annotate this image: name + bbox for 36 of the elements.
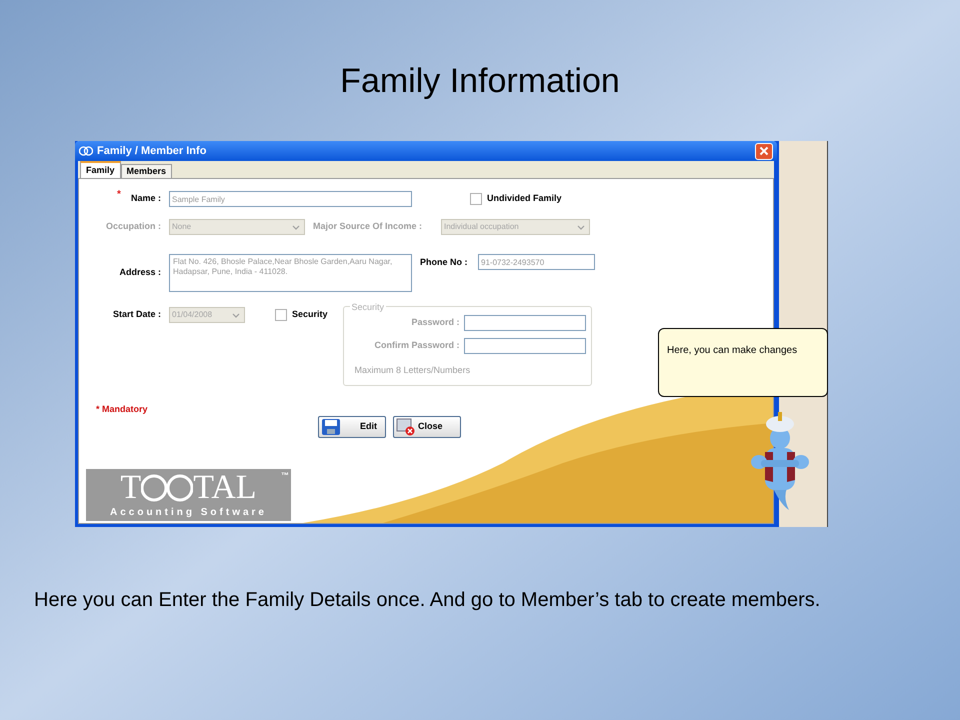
checkbox-label: Undivided Family — [487, 192, 562, 206]
close-icon — [759, 146, 769, 156]
app-logo-icon — [79, 145, 93, 157]
coin-symbols-icon — [141, 472, 194, 502]
phone-input[interactable]: 91-0732-2493570 — [478, 254, 595, 270]
window-title: Family / Member Info — [97, 144, 208, 159]
hint-text: Maximum 8 Letters/Numbers — [354, 364, 472, 377]
edit-button[interactable]: Edit — [318, 416, 386, 438]
window-close-icon — [396, 418, 416, 436]
checkbox[interactable] — [275, 309, 287, 321]
group-legend: Security — [350, 301, 386, 314]
name-input[interactable]: Sample Family — [169, 191, 412, 207]
logo-tagline: Accounting Software — [110, 506, 267, 520]
field-label: Password : — [412, 316, 460, 330]
field-label: Phone No : — [420, 256, 468, 269]
tab[interactable]: Members — [120, 164, 172, 178]
slide-caption: Here you can Enter the Family Details once. And go to Member’s tab to create members. — [34, 588, 822, 612]
address-textarea[interactable]: Flat No. 426, Bhosle Palace,Near Bhosle Garden,Aaru Nagar, Hadapsar, Pune, India - 411028. — [169, 254, 412, 292]
checkbox[interactable] — [470, 193, 482, 205]
balloon-text: Here, you can make changes — [667, 345, 798, 356]
close-form-button[interactable]: Close — [393, 416, 461, 438]
field-label: Name : — [130, 193, 161, 204]
field-label: Confirm Password : — [374, 339, 460, 352]
field-label: Major Source Of Income : — [313, 220, 424, 234]
field-label: Start Date : — [112, 308, 161, 322]
logo-text: T — [120, 470, 142, 504]
trademark-sign: ™ — [281, 470, 289, 482]
required-mark: * — [117, 188, 121, 202]
slide-title: Family Information — [339, 61, 621, 102]
close-button[interactable] — [755, 142, 773, 160]
field-label: Occupation : — [104, 220, 161, 234]
logo-text: TAL — [193, 470, 257, 504]
mandatory-note: * Mandatory — [96, 403, 149, 414]
field-label: Address : — [118, 266, 161, 280]
checkbox-label: Security — [292, 308, 328, 322]
tab[interactable]: Family — [80, 161, 121, 178]
